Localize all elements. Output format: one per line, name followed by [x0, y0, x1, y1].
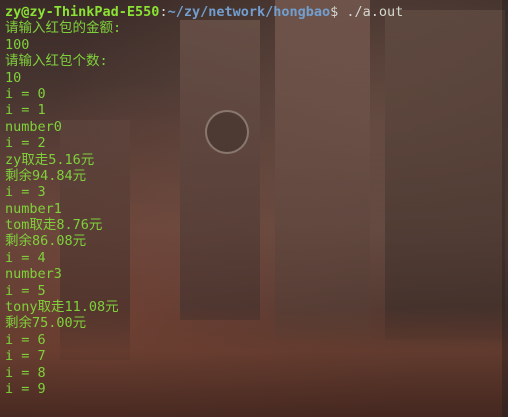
output-line: i = 2: [5, 135, 46, 152]
output-line: 剩余94.84元: [5, 167, 87, 184]
output-line: i = 7: [5, 348, 46, 365]
output-line: i = 8: [5, 364, 46, 381]
output-line: i = 0: [5, 85, 46, 102]
output-line: 剩余75.00元: [5, 315, 87, 332]
terminal-content[interactable]: zy@zy-ThinkPad-E550:~/zy/network/hongbao…: [5, 4, 508, 397]
output-line: number0: [5, 118, 62, 135]
output-line: 请输入红包个数:: [5, 53, 108, 70]
output-line: i = 1: [5, 102, 46, 119]
output-line: 100: [5, 36, 30, 53]
terminal-window[interactable]: zy@zy-ThinkPad-E550:~/zy/network/hongbao…: [0, 0, 508, 417]
output-line: i = 9: [5, 380, 46, 397]
output-line: number1: [5, 200, 62, 217]
prompt-path: ~/zy/network/hongbao: [167, 4, 331, 20]
output-line: number3: [5, 266, 62, 283]
output-line: i = 5: [5, 282, 46, 299]
output-line: i = 6: [5, 331, 46, 348]
output-line: 10: [5, 69, 22, 86]
prompt-line: zy@zy-ThinkPad-E550:~/zy/network/hongbao…: [5, 4, 508, 20]
output-line: zy取走5.16元: [5, 151, 95, 168]
output-line: tony取走11.08元: [5, 299, 119, 316]
output-line: 请输入红包的金额:: [5, 20, 122, 37]
output-line: 剩余86.08元: [5, 233, 87, 250]
output-line: i = 4: [5, 249, 46, 266]
output-line: tom取走8.76元: [5, 217, 103, 234]
prompt-separator: :: [159, 4, 168, 20]
prompt-user-host: zy@zy-ThinkPad-E550: [5, 4, 160, 20]
scrollbar[interactable]: [502, 0, 508, 417]
prompt-command: ./a.out: [338, 4, 404, 20]
output-line: i = 3: [5, 184, 46, 201]
